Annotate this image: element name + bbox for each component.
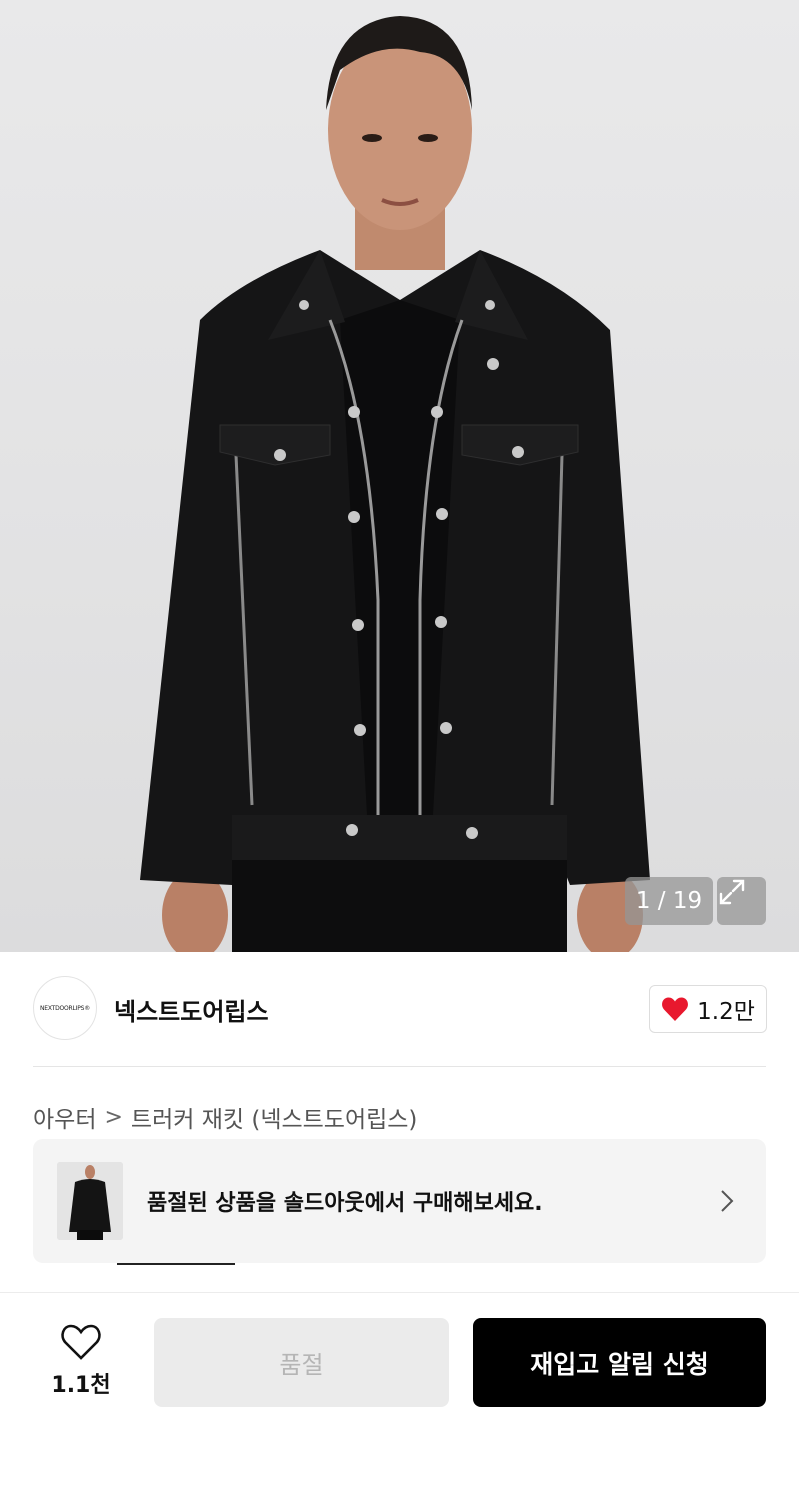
breadcrumb: 아우터 > 트러커 재킷 (넥스트도어립스): [33, 1100, 417, 1134]
soldout-button: 품절: [154, 1318, 449, 1407]
wish-count: 1.1천: [51, 1373, 111, 1398]
divider: [33, 1066, 766, 1067]
content-peek-line: [117, 1263, 235, 1265]
brand-row: NEXTDOORLIPS® 넥스트도어립스 1.2만: [0, 952, 799, 1067]
soldout-banner-text: 품절된 상품을 솔드아웃에서 구매해보세요.: [147, 1191, 543, 1216]
chevron-right-icon: [721, 1190, 734, 1212]
heart-outline-icon: [61, 1324, 101, 1360]
brand-logo-text: NEXTDOORLIPS®: [39, 1004, 91, 1012]
brand-like-count: 1.2만: [697, 999, 755, 1025]
brand-name-link[interactable]: 넥스트도어립스: [114, 992, 269, 1027]
image-counter: 1 / 19: [625, 877, 713, 925]
product-image-gallery[interactable]: 1 / 19: [0, 0, 799, 952]
bottom-action-bar: 1.1천 품절 재입고 알림 신청: [0, 1292, 799, 1500]
expand-button[interactable]: [717, 877, 766, 925]
breadcrumb-product: 트러커 재킷 (넥스트도어립스): [130, 1107, 418, 1133]
wish-button[interactable]: 1.1천: [50, 1323, 112, 1399]
soldout-banner[interactable]: 품절된 상품을 솔드아웃에서 구매해보세요.: [33, 1139, 766, 1263]
brand-like-button[interactable]: 1.2만: [649, 985, 767, 1033]
breadcrumb-separator: >: [104, 1104, 123, 1130]
breadcrumb-category[interactable]: 아우터: [33, 1100, 96, 1134]
soldout-thumbnail: [57, 1162, 123, 1240]
product-photo: [140, 16, 650, 952]
restock-alert-button[interactable]: 재입고 알림 신청: [473, 1318, 766, 1407]
brand-logo[interactable]: NEXTDOORLIPS®: [33, 976, 97, 1040]
expand-arrows-icon: [719, 879, 745, 905]
heart-filled-icon: [662, 997, 689, 1021]
